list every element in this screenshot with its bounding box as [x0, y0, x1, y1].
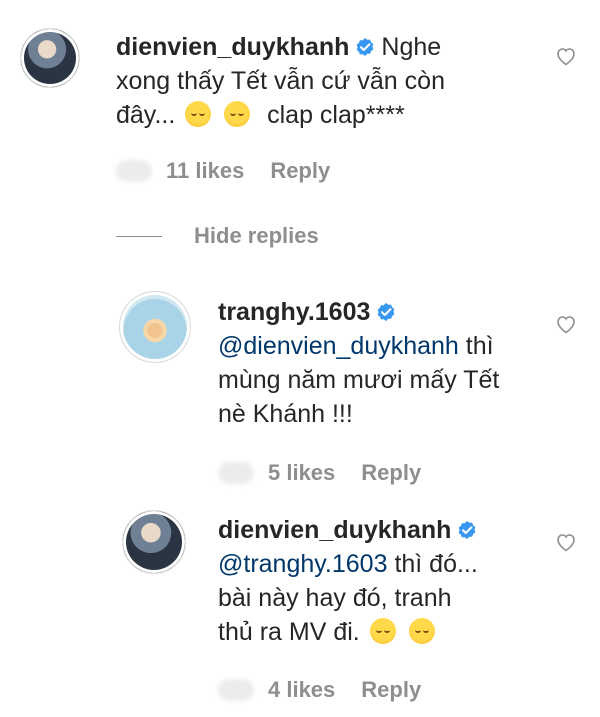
comment-1-line1: Nghe [381, 33, 442, 61]
comment-2-mention[interactable]: @dienvien_duykhanh [218, 332, 459, 360]
comment-3-line1: thì đó... [394, 550, 478, 578]
verified-badge-icon [459, 521, 476, 539]
comment-3-meta: 4 likes Reply [218, 677, 421, 703]
comment-1-line3-suffix: clap clap**** [267, 101, 405, 129]
comment-3-text: dienvien_duykhanh @tranghy.1603 thì đó..… [218, 513, 548, 649]
hide-replies-button[interactable]: Hide replies [116, 223, 319, 249]
hide-replies-label: Hide replies [194, 223, 319, 248]
comment-2-text: tranghy.1603 @dienvien_duykhanh thì mùng… [218, 295, 548, 431]
heart-icon[interactable] [554, 530, 578, 554]
heart-icon[interactable] [554, 44, 578, 68]
comment-2-likes[interactable]: 5 likes [268, 460, 335, 486]
comment-2-username[interactable]: tranghy.1603 [218, 298, 370, 326]
verified-badge-icon [378, 303, 395, 321]
comment-1-reply-button[interactable]: Reply [270, 158, 330, 184]
divider-line [116, 235, 162, 237]
comment-1-likes[interactable]: 11 likes [166, 158, 244, 184]
avatar-dienvien-duykhanh[interactable] [122, 510, 186, 574]
heart-icon[interactable] [554, 312, 578, 336]
comment-3-line3: thủ ra MV đi. [218, 618, 360, 646]
avatar-dienvien-duykhanh[interactable] [20, 28, 80, 88]
comment-1-line3-prefix: đây... [116, 101, 176, 129]
avatar-tranghy[interactable] [119, 291, 191, 363]
comment-2-meta: 5 likes Reply [218, 460, 421, 486]
comment-2-line2: mùng năm mươi mấy Tết [218, 366, 500, 394]
comment-1-meta: 11 likes Reply [116, 158, 330, 184]
comment-1-username[interactable]: dienvien_duykhanh [116, 33, 349, 61]
emoji-relieved-icon [369, 618, 396, 644]
comment-2-reply-button[interactable]: Reply [361, 460, 421, 486]
comment-3-username[interactable]: dienvien_duykhanh [218, 516, 451, 544]
comment-1-line2: xong thấy Tết vẫn cứ vẫn còn [116, 67, 445, 95]
comment-3-line2: bài này hay đó, tranh [218, 584, 452, 612]
blurred-avatar-stack [116, 160, 152, 182]
comment-3-likes[interactable]: 4 likes [268, 677, 335, 703]
emoji-relieved-icon [185, 101, 212, 127]
comment-1-text: dienvien_duykhanh Nghe xong thấy Tết vẫn … [116, 30, 546, 132]
blurred-avatar-stack [218, 462, 254, 484]
comment-3-reply-button[interactable]: Reply [361, 677, 421, 703]
comment-2-line1: thì [465, 332, 494, 360]
emoji-relieved-icon [224, 101, 251, 127]
comment-3-mention[interactable]: @tranghy.1603 [218, 550, 387, 578]
blurred-avatar-stack [218, 679, 254, 701]
verified-badge-icon [357, 38, 374, 56]
emoji-relieved-icon [408, 618, 435, 644]
comment-2-line3: nè Khánh !!! [218, 400, 353, 428]
